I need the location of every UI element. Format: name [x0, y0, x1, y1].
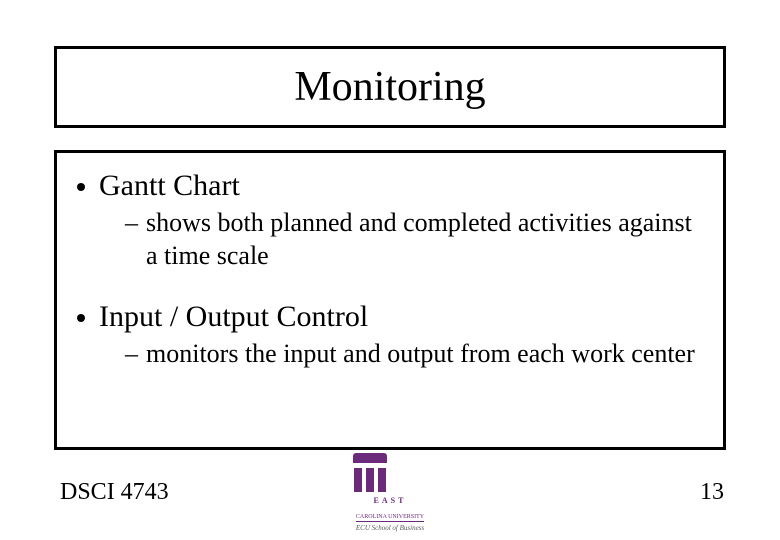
logo-mark — [347, 450, 393, 496]
bullet-dot-icon — [77, 314, 85, 322]
logo-column-icon — [354, 468, 362, 492]
logo-column-icon — [378, 468, 386, 492]
footer-course-code: DSCI 4743 — [60, 479, 169, 506]
slide-title: Monitoring — [294, 63, 485, 111]
title-box: Monitoring — [54, 46, 726, 128]
bullet-gantt: Gantt Chart — [77, 169, 703, 203]
footer-page-number: 13 — [700, 479, 724, 506]
subbullet-io: – monitors the input and output from eac… — [125, 338, 703, 371]
subbullet-text: shows both planned and completed activit… — [146, 207, 696, 272]
logo-text-east: EAST — [347, 496, 433, 505]
bullet-label: Input / Output Control — [99, 300, 368, 334]
dash-icon: – — [125, 338, 138, 371]
logo-text-university: CAROLINA UNIVERSITY — [356, 514, 424, 522]
ecu-logo: EAST CAROLINA UNIVERSITY ECU School of B… — [347, 450, 433, 532]
bullet-label: Gantt Chart — [99, 169, 240, 203]
logo-text-school: ECU School of Business — [347, 524, 433, 532]
dash-icon: – — [125, 207, 138, 240]
slide: Monitoring Gantt Chart – shows both plan… — [0, 0, 780, 540]
logo-arch-icon — [353, 453, 387, 463]
bullet-dot-icon — [77, 183, 85, 191]
logo-column-icon — [366, 468, 374, 492]
subbullet-gantt: – shows both planned and completed activ… — [125, 207, 703, 272]
bullet-io: Input / Output Control — [77, 300, 703, 334]
body-box: Gantt Chart – shows both planned and com… — [54, 150, 726, 450]
subbullet-text: monitors the input and output from each … — [146, 338, 695, 371]
